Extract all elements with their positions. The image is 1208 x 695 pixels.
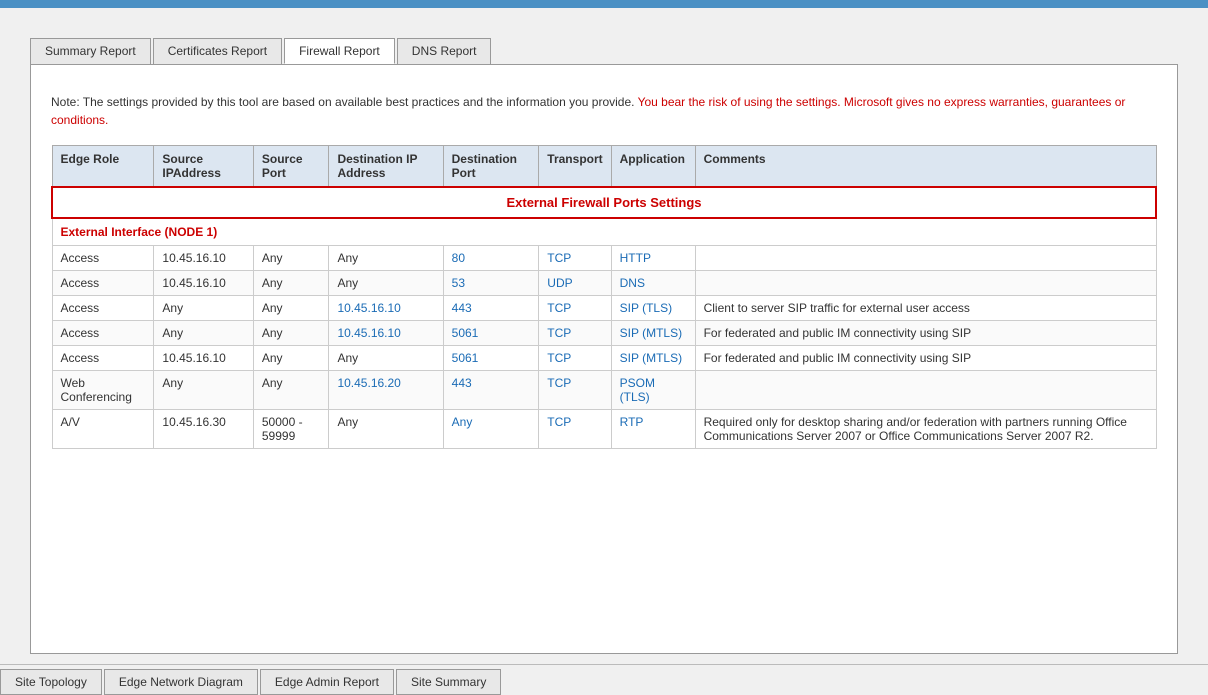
table-header-row: Edge RoleSource IPAddressSource PortDest… (52, 146, 1156, 188)
cell-dest-ip: 10.45.16.10 (329, 296, 443, 321)
cell-application: SIP (TLS) (611, 296, 695, 321)
cell-source-ip: Any (154, 321, 253, 346)
cell-dest-ip: Any (329, 346, 443, 371)
col-header: Transport (539, 146, 611, 188)
tabs-bar: Summary ReportCertificates ReportFirewal… (0, 38, 1208, 64)
tab-firewall-report[interactable]: Firewall Report (284, 38, 395, 64)
col-header: Source IPAddress (154, 146, 253, 188)
cell-source-ip: Any (154, 371, 253, 410)
bottom-tab-edge-network-diagram[interactable]: Edge Network Diagram (104, 669, 258, 695)
cell-transport: TCP (539, 371, 611, 410)
note-text: Note: The settings provided by this tool… (51, 95, 638, 109)
cell-dest-port: Any (443, 410, 539, 449)
col-header: Comments (695, 146, 1156, 188)
cell-dest-port: 5061 (443, 346, 539, 371)
cell-transport: TCP (539, 246, 611, 271)
cell-dest-port: 443 (443, 296, 539, 321)
table-row: Access10.45.16.10AnyAny5061TCPSIP (MTLS)… (52, 346, 1156, 371)
cell-role: Access (52, 296, 154, 321)
cell-source-port: Any (253, 371, 329, 410)
cell-comments: For federated and public IM connectivity… (695, 321, 1156, 346)
col-header: Destination Port (443, 146, 539, 188)
table-row: Access10.45.16.10AnyAny80TCPHTTP (52, 246, 1156, 271)
cell-dest-ip: 10.45.16.10 (329, 321, 443, 346)
cell-comments (695, 371, 1156, 410)
report-area: Note: The settings provided by this tool… (30, 64, 1178, 654)
cell-application: RTP (611, 410, 695, 449)
cell-source-ip: 10.45.16.10 (154, 346, 253, 371)
cell-source-ip: Any (154, 296, 253, 321)
interface-header-cell: External Interface (NODE 1) (52, 218, 1156, 246)
cell-source-ip: 10.45.16.10 (154, 246, 253, 271)
table-body: External Firewall Ports Settings Externa… (52, 187, 1156, 449)
cell-dest-ip: Any (329, 271, 443, 296)
firewall-table: Edge RoleSource IPAddressSource PortDest… (51, 145, 1157, 449)
table-row: A/V10.45.16.3050000 - 59999AnyAnyTCPRTPR… (52, 410, 1156, 449)
cell-role: Access (52, 346, 154, 371)
report-scroll[interactable]: Note: The settings provided by this tool… (31, 65, 1177, 653)
cell-comments (695, 246, 1156, 271)
cell-source-ip: 10.45.16.30 (154, 410, 253, 449)
section-header-cell: External Firewall Ports Settings (52, 187, 1156, 218)
cell-transport: TCP (539, 410, 611, 449)
bottom-tab-site-topology[interactable]: Site Topology (0, 669, 102, 695)
tab-dns-report[interactable]: DNS Report (397, 38, 492, 64)
cell-source-port: Any (253, 246, 329, 271)
cell-transport: UDP (539, 271, 611, 296)
cell-application: SIP (MTLS) (611, 321, 695, 346)
bottom-tab-edge-admin-report[interactable]: Edge Admin Report (260, 669, 394, 695)
cell-dest-port: 80 (443, 246, 539, 271)
cell-role: Web Conferencing (52, 371, 154, 410)
cell-application: HTTP (611, 246, 695, 271)
cell-comments: For federated and public IM connectivity… (695, 346, 1156, 371)
main-content: Summary ReportCertificates ReportFirewal… (0, 8, 1208, 664)
report-note: Note: The settings provided by this tool… (51, 93, 1157, 129)
cell-role: A/V (52, 410, 154, 449)
cell-role: Access (52, 271, 154, 296)
cell-source-port: 50000 - 59999 (253, 410, 329, 449)
table-row: Access10.45.16.10AnyAny53UDPDNS (52, 271, 1156, 296)
table-row: Web ConferencingAnyAny10.45.16.20443TCPP… (52, 371, 1156, 410)
cell-transport: TCP (539, 321, 611, 346)
cell-source-ip: 10.45.16.10 (154, 271, 253, 296)
cell-source-port: Any (253, 296, 329, 321)
cell-comments: Required only for desktop sharing and/or… (695, 410, 1156, 449)
cell-dest-ip: 10.45.16.20 (329, 371, 443, 410)
tab-certificates-report[interactable]: Certificates Report (153, 38, 282, 64)
col-header: Edge Role (52, 146, 154, 188)
cell-role: Access (52, 246, 154, 271)
col-header: Destination IP Address (329, 146, 443, 188)
table-row: AccessAnyAny10.45.16.105061TCPSIP (MTLS)… (52, 321, 1156, 346)
cell-transport: TCP (539, 346, 611, 371)
cell-dest-port: 443 (443, 371, 539, 410)
cell-source-port: Any (253, 271, 329, 296)
tab-summary-report[interactable]: Summary Report (30, 38, 151, 64)
cell-dest-ip: Any (329, 410, 443, 449)
col-header: Source Port (253, 146, 329, 188)
cell-dest-ip: Any (329, 246, 443, 271)
cell-comments (695, 271, 1156, 296)
cell-comments: Client to server SIP traffic for externa… (695, 296, 1156, 321)
cell-application: DNS (611, 271, 695, 296)
page-heading (0, 8, 1208, 38)
cell-application: SIP (MTLS) (611, 346, 695, 371)
cell-dest-port: 5061 (443, 321, 539, 346)
cell-application: PSOM (TLS) (611, 371, 695, 410)
table-row: AccessAnyAny10.45.16.10443TCPSIP (TLS)Cl… (52, 296, 1156, 321)
bottom-tabs-bar: Site TopologyEdge Network DiagramEdge Ad… (0, 664, 1208, 695)
interface-header-row: External Interface (NODE 1) (52, 218, 1156, 246)
cell-role: Access (52, 321, 154, 346)
cell-dest-port: 53 (443, 271, 539, 296)
cell-source-port: Any (253, 321, 329, 346)
section-header-row: External Firewall Ports Settings (52, 187, 1156, 218)
col-header: Application (611, 146, 695, 188)
bottom-tab-site-summary[interactable]: Site Summary (396, 669, 501, 695)
title-bar (0, 0, 1208, 8)
cell-source-port: Any (253, 346, 329, 371)
cell-transport: TCP (539, 296, 611, 321)
